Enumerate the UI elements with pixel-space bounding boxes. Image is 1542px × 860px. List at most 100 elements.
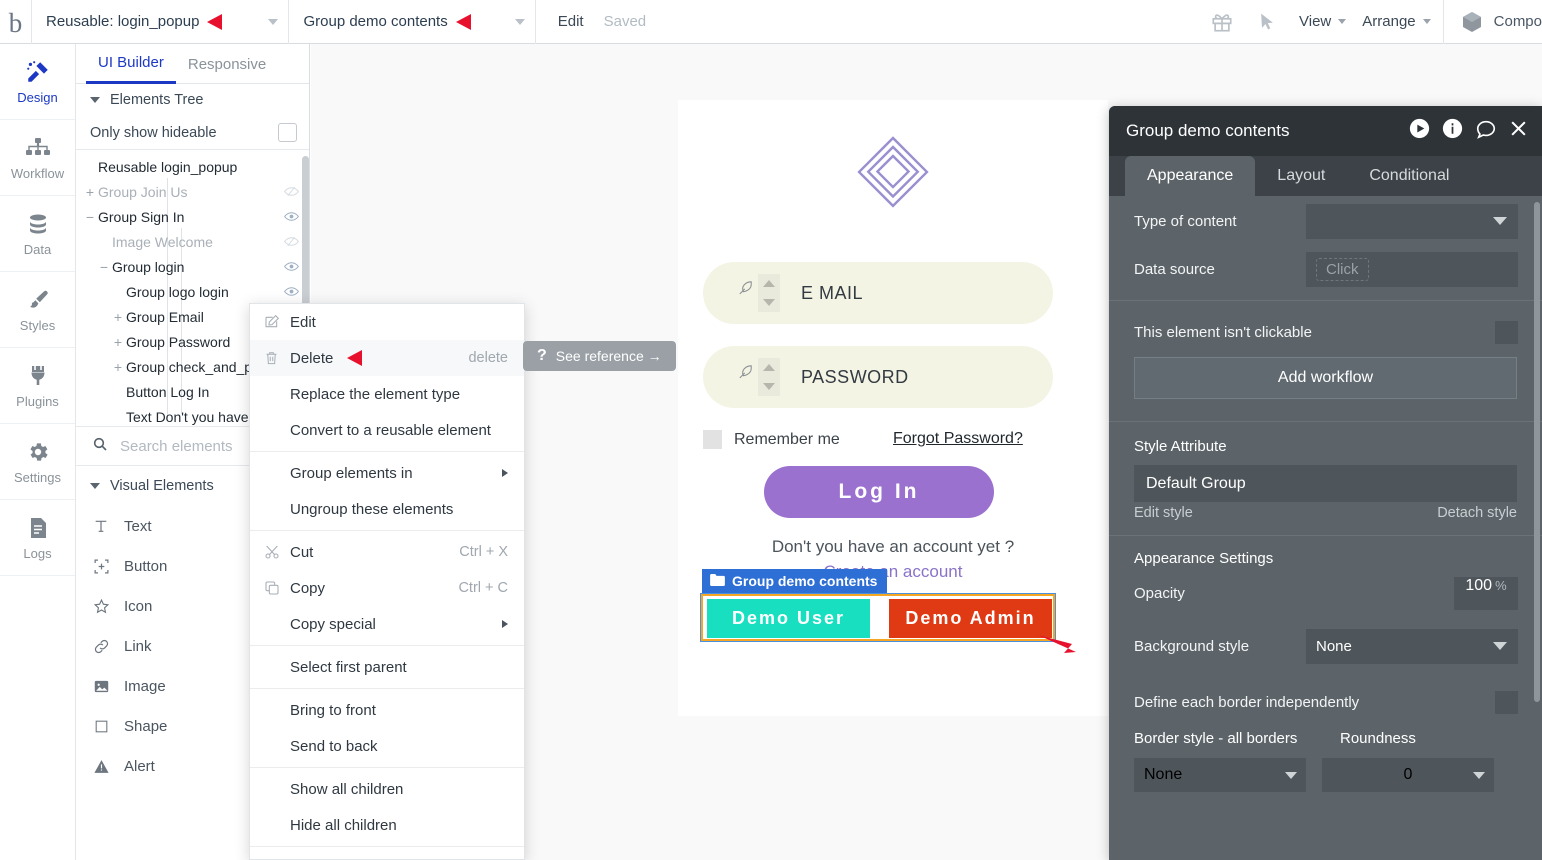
button-icon — [92, 558, 110, 575]
reusable-selector[interactable]: Reusable: login_popup — [32, 0, 290, 44]
only-show-hideable-checkbox[interactable] — [278, 123, 297, 142]
components-menu[interactable]: Compo — [1450, 10, 1542, 34]
tree-row[interactable]: Reusable login_popup — [76, 154, 309, 179]
tree-row[interactable]: − Group Sign In — [76, 204, 309, 229]
sidebar-item-styles[interactable]: Styles — [0, 272, 75, 348]
edit-mode-label[interactable]: Edit — [558, 13, 584, 30]
context-menu-item-cut[interactable]: Cut Ctrl + X — [250, 534, 524, 570]
close-icon[interactable] — [1509, 119, 1528, 143]
background-style-dropdown[interactable]: None — [1306, 628, 1518, 664]
opacity-row: Opacity 100 % — [1109, 569, 1542, 618]
view-menu[interactable]: View — [1299, 13, 1347, 30]
tree-row[interactable]: − Group login — [76, 254, 309, 279]
collapse-icon[interactable]: − — [98, 259, 110, 275]
info-icon[interactable] — [1442, 118, 1463, 144]
eye-icon[interactable] — [284, 284, 299, 300]
remember-me-row[interactable]: Remember me — [703, 430, 840, 449]
context-menu-item-copy[interactable]: Copy Ctrl + C — [250, 570, 524, 606]
sidebar-item-workflow[interactable]: Workflow — [0, 120, 75, 196]
context-menu-item-edit[interactable]: Edit — [250, 304, 524, 340]
email-field[interactable]: E MAIL — [703, 262, 1053, 324]
context-menu-item-convert-to-a-reusable-element[interactable]: Convert to a reusable element — [250, 412, 524, 448]
tab-conditional[interactable]: Conditional — [1347, 156, 1471, 196]
define-border-checkbox[interactable] — [1495, 690, 1518, 714]
login-button[interactable]: Log In — [764, 466, 994, 518]
edit-style-link[interactable]: Edit style — [1134, 505, 1193, 521]
add-workflow-button[interactable]: Add workflow — [1134, 357, 1517, 399]
context-menu-item-show-all-children[interactable]: Show all children — [250, 771, 524, 807]
tree-row[interactable]: Image Welcome — [76, 229, 309, 254]
arrange-menu-label: Arrange — [1362, 13, 1416, 30]
field-stepper[interactable] — [758, 274, 780, 312]
sidebar-item-design[interactable]: Design — [0, 44, 75, 120]
demo-user-button[interactable]: Demo User — [707, 599, 870, 638]
annotation-arrow-reusable — [207, 13, 223, 30]
only-show-hideable-row[interactable]: Only show hideable — [76, 116, 309, 150]
login-popup[interactable]: E MAIL PASSWORD Remember me Forgot Passw… — [678, 100, 1108, 716]
gift-icon[interactable] — [1211, 11, 1233, 33]
roundness-input[interactable]: 0 — [1322, 758, 1494, 792]
context-menu-item-label: Delete — [290, 349, 334, 367]
sidebar-item-plugins[interactable]: Plugins — [0, 348, 75, 424]
element-selector[interactable]: Group demo contents — [289, 0, 536, 44]
remember-me-checkbox[interactable] — [703, 430, 722, 449]
context-menu-item-shortcut: Ctrl + C — [458, 580, 508, 596]
context-menu-item-replace-the-element-type[interactable]: Replace the element type — [250, 376, 524, 412]
see-reference-tooltip[interactable]: ? See reference → — [523, 341, 676, 371]
eye-icon[interactable] — [284, 209, 299, 225]
data-source-value: Click — [1316, 257, 1369, 281]
sidebar-item-settings[interactable]: Settings — [0, 424, 75, 500]
cursor-icon[interactable] — [1257, 12, 1277, 32]
property-panel-scrollbar[interactable] — [1534, 202, 1540, 702]
context-menu[interactable]: Edit Delete delete Replace the element type… — [249, 303, 525, 860]
selected-group-box[interactable]: Demo User Demo Admin — [700, 593, 1056, 642]
context-menu-item-delete[interactable]: Delete delete — [250, 340, 524, 376]
expand-icon[interactable]: + — [112, 309, 124, 325]
context-menu-item-ungroup-these-elements[interactable]: Ungroup these elements — [250, 491, 524, 527]
group-selection-badge[interactable]: Group demo contents — [702, 569, 888, 593]
tab-appearance[interactable]: Appearance — [1125, 156, 1256, 196]
play-icon[interactable] — [1409, 118, 1430, 144]
demo-admin-button[interactable]: Demo Admin — [889, 599, 1052, 638]
app-logo[interactable]: b — [0, 0, 32, 44]
border-style-dropdown[interactable]: None — [1134, 758, 1306, 792]
not-clickable-row[interactable]: This element isn't clickable — [1109, 309, 1542, 355]
tree-row[interactable]: Group logo login — [76, 279, 309, 304]
forgot-password-link[interactable]: Forgot Password? — [893, 430, 1023, 448]
collapse-icon[interactable]: − — [84, 209, 96, 225]
arrange-menu[interactable]: Arrange — [1362, 13, 1431, 30]
opacity-input[interactable]: 100 % — [1454, 577, 1518, 610]
plug-icon — [27, 363, 49, 389]
field-stepper[interactable] — [758, 358, 780, 396]
copy-icon — [264, 580, 290, 596]
property-editor-panel[interactable]: Group demo contents Appearance Layout Co… — [1109, 106, 1542, 860]
sidebar-item-data[interactable]: Data — [0, 196, 75, 272]
expand-icon[interactable]: + — [112, 334, 124, 350]
context-menu-item-hide-all-children[interactable]: Hide all children — [250, 807, 524, 843]
tab-layout[interactable]: Layout — [1255, 156, 1347, 196]
detach-style-link[interactable]: Detach style — [1437, 505, 1517, 521]
tree-row[interactable]: + Group Join Us — [76, 179, 309, 204]
expand-icon[interactable]: + — [84, 184, 96, 200]
tab-ui-builder[interactable]: UI Builder — [86, 44, 176, 84]
tab-responsive[interactable]: Responsive — [176, 44, 278, 84]
eye-off-icon[interactable] — [284, 184, 299, 200]
expand-icon[interactable]: + — [112, 359, 124, 375]
comment-icon[interactable] — [1475, 118, 1497, 145]
context-menu-item-send-to-back[interactable]: Send to back — [250, 728, 524, 764]
password-field[interactable]: PASSWORD — [703, 346, 1053, 408]
context-menu-item-select-first-parent[interactable]: Select first parent — [250, 649, 524, 685]
sidebar-item-logs[interactable]: Logs — [0, 500, 75, 576]
context-menu-item-group-elements-in[interactable]: Group elements in — [250, 455, 524, 491]
context-menu-item-delete-all-children[interactable]: Delete all children — [250, 850, 524, 860]
context-menu-item-copy-special[interactable]: Copy special — [250, 606, 524, 642]
elements-tree-header[interactable]: Elements Tree — [76, 84, 309, 116]
context-menu-item-bring-to-front[interactable]: Bring to front — [250, 692, 524, 728]
not-clickable-checkbox[interactable] — [1495, 320, 1518, 344]
eye-off-icon[interactable] — [284, 234, 299, 250]
style-attribute-dropdown[interactable]: Default Group — [1134, 465, 1517, 502]
define-border-row[interactable]: Define each border independently — [1109, 674, 1542, 730]
data-source-input[interactable]: Click — [1306, 251, 1518, 287]
eye-icon[interactable] — [284, 259, 299, 275]
type-of-content-dropdown[interactable] — [1306, 203, 1518, 239]
